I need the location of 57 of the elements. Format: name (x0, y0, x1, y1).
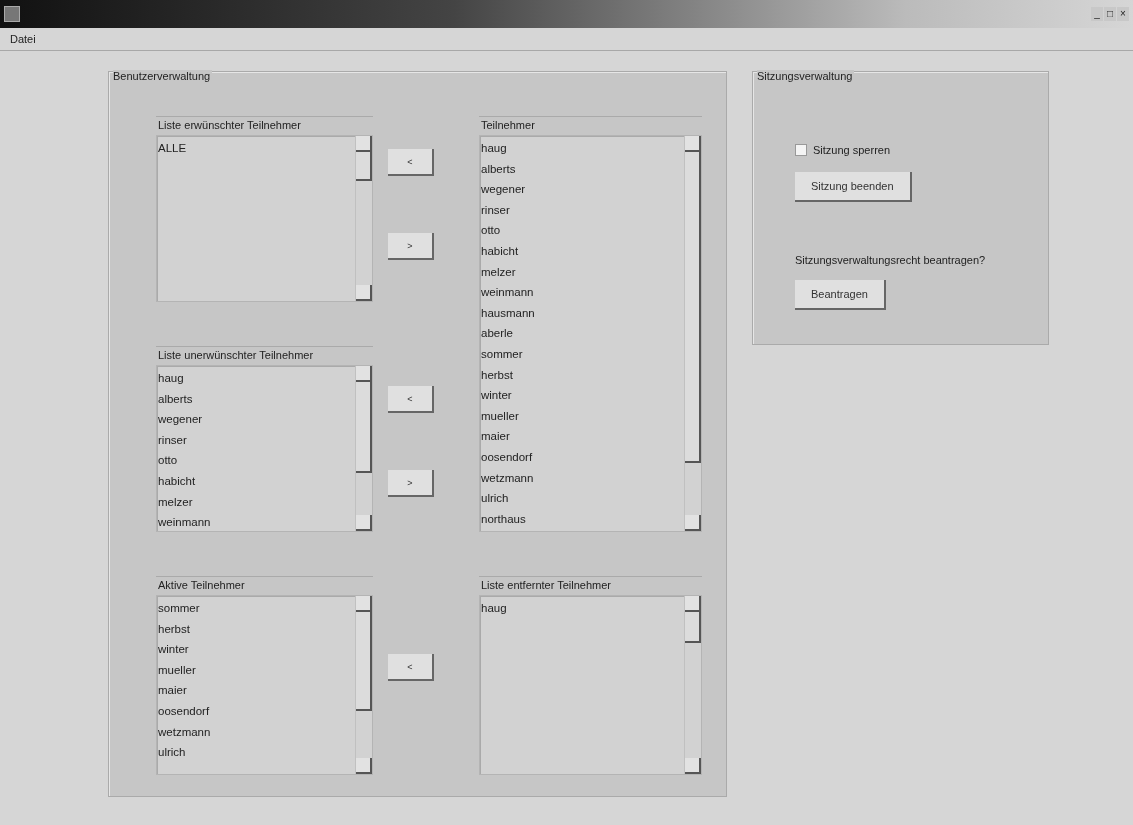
list-item[interactable]: otto (481, 220, 684, 241)
list-item[interactable]: herbst (481, 364, 684, 386)
list-item[interactable]: haug (158, 368, 355, 389)
move-button[interactable]: < (388, 149, 434, 176)
list-item[interactable]: maier (481, 426, 684, 447)
list-item[interactable]: wegener (481, 179, 684, 200)
list-item[interactable]: habicht (158, 470, 355, 492)
list-item[interactable]: melzer (481, 261, 684, 283)
list-item[interactable]: rinser (158, 429, 355, 451)
list-box[interactable]: ALLE (156, 135, 373, 302)
list-item[interactable]: winter (481, 385, 684, 406)
list-item[interactable]: sommer (158, 598, 355, 619)
list-item[interactable]: otto (158, 450, 355, 471)
end-session-button[interactable]: Sitzung beenden (795, 172, 912, 202)
list-box[interactable]: haug alberts wegener rinser otto habicht melzer weinmann hausmann aberle sommer herbst winter mueller maier oosendorf wetzmann ulrich northaus (479, 135, 702, 532)
window-control[interactable]: × (1117, 7, 1129, 21)
list-box[interactable]: haug alberts wegener rinser otto habicht melzer weinmann (156, 365, 373, 532)
list-item[interactable]: sommer (481, 343, 684, 365)
list-item[interactable]: weinmann (481, 282, 684, 303)
list-item[interactable]: ulrich (158, 742, 355, 763)
list-item[interactable]: winter (158, 639, 355, 660)
list-item[interactable]: wetzmann (158, 721, 355, 743)
list-item[interactable]: alberts (158, 388, 355, 410)
list-item[interactable]: ulrich (481, 488, 684, 509)
move-button[interactable]: > (388, 470, 434, 497)
window-control[interactable]: □ (1104, 7, 1116, 21)
list-item[interactable]: oosendorf (158, 700, 355, 722)
list-item[interactable]: melzer (158, 491, 355, 513)
menu-item[interactable]: Datei (10, 33, 36, 45)
list-item[interactable]: maier (158, 680, 355, 701)
checkbox-label[interactable]: Sitzung sperren (813, 144, 891, 156)
list-item[interactable]: alberts (481, 158, 684, 180)
question-text: Sitzungsverwaltungsrecht beantragen? (795, 254, 986, 266)
list-box[interactable]: sommer herbst winter mueller maier oosendorf wetzmann ulrich (156, 595, 373, 775)
window-control[interactable]: _ (1091, 7, 1103, 21)
list-item[interactable]: aberle (481, 323, 684, 344)
list-item[interactable]: mueller (158, 659, 355, 681)
list-item[interactable]: wegener (158, 409, 355, 430)
list-item[interactable]: oosendorf (481, 446, 684, 468)
list-item[interactable]: haug (481, 598, 684, 619)
list-item[interactable]: weinmann (158, 512, 355, 531)
list-item[interactable]: wetzmann (481, 467, 684, 489)
list-item[interactable]: haug (481, 138, 684, 159)
group-title: Benutzerverwaltung (113, 70, 213, 82)
list-item[interactable]: ALLE (158, 138, 355, 159)
list-item[interactable]: herbst (158, 618, 355, 640)
list-item[interactable]: rinser (481, 199, 684, 221)
move-button[interactable]: < (388, 654, 434, 681)
list-item[interactable]: hausmann (481, 302, 684, 324)
list-box[interactable]: haug (479, 595, 702, 775)
list-item[interactable]: mueller (481, 405, 684, 427)
list-item[interactable]: habicht (481, 240, 684, 262)
request-button[interactable]: Beantragen (795, 280, 886, 310)
move-button[interactable]: < (388, 386, 434, 413)
move-button[interactable]: > (388, 233, 434, 260)
list-item[interactable]: northaus (481, 508, 684, 530)
group-title: Sitzungsverwaltung (757, 70, 855, 82)
